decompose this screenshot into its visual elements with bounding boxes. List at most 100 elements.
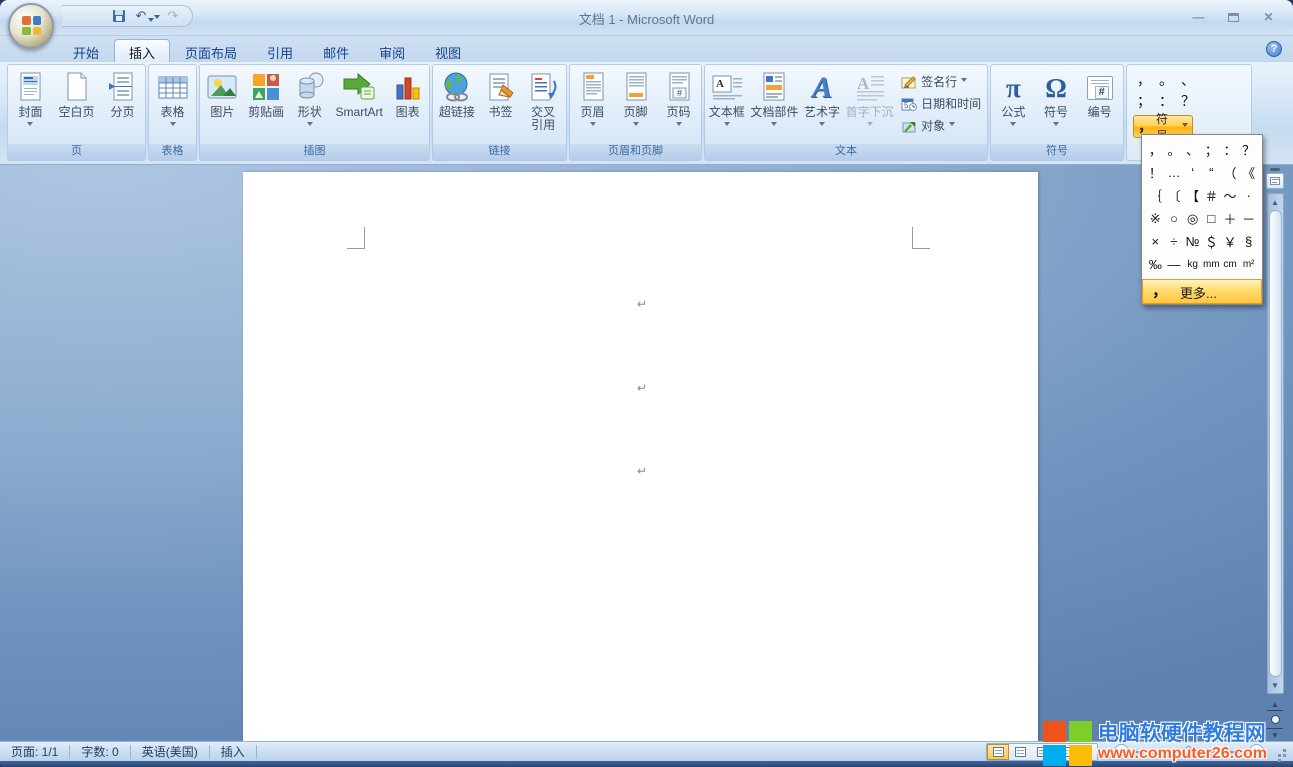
signature-line-button[interactable]: 签名行 [901,73,981,90]
symbol-cell[interactable]: № [1183,230,1202,253]
zoom-in-button[interactable]: + [1249,744,1264,759]
chart-button[interactable]: 图表 [392,67,424,119]
minimize-button[interactable]: — [1184,8,1213,26]
footer-button[interactable]: 页脚 [621,67,651,129]
symbol-cell[interactable]: □ [1202,207,1221,230]
symbol-cell[interactable]: ○ [1165,207,1184,230]
symbol-cell[interactable]: kg [1183,253,1202,276]
select-browse-object-button[interactable] [1267,713,1283,726]
gallery-symbol[interactable]: ， [1133,69,1155,90]
tab-mailings[interactable]: 邮件 [308,39,364,62]
help-button[interactable]: ? [1266,41,1282,57]
symbol-cell[interactable]: ＋ [1221,207,1240,230]
symbol-cell[interactable]: ‰ [1146,253,1165,276]
outline-view-button[interactable] [1053,744,1075,760]
more-symbols-button[interactable]: ， 更多... [1142,279,1262,304]
object-button[interactable]: 对象 [901,117,981,134]
cross-reference-button[interactable]: 交叉引用 [526,67,560,132]
tab-review[interactable]: 审阅 [364,39,420,62]
date-time-button[interactable]: 5 日期和时间 [901,95,981,112]
gallery-symbol[interactable]: ？ [1177,90,1199,111]
hyperlink-button[interactable]: 超链接 [439,67,475,119]
symbol-cell[interactable]: ※ [1146,207,1165,230]
close-button[interactable]: ✕ [1254,8,1283,26]
equation-button[interactable]: π 公式 [1001,67,1025,129]
office-button[interactable] [8,3,54,49]
tab-home[interactable]: 开始 [58,39,114,62]
symbol-cell[interactable]: · [1239,184,1258,207]
gallery-symbol[interactable]: ； [1133,90,1155,111]
number-button[interactable]: # 编号 [1087,67,1113,119]
status-language[interactable]: 英语(美国) [131,742,209,761]
gallery-symbol[interactable]: 。 [1155,69,1177,90]
gallery-symbol[interactable]: ： [1155,90,1177,111]
ruler-toggle-button[interactable] [1266,173,1284,189]
draft-view-button[interactable] [1075,744,1097,760]
symbol-cell[interactable]: 《 [1239,161,1258,184]
symbol-cell[interactable]: ‘ [1183,161,1202,184]
symbol-cell[interactable]: ＃ [1202,184,1221,207]
symbol-cell[interactable]: m² [1239,253,1258,276]
symbol-cell[interactable]: “ [1202,161,1221,184]
symbol-cell[interactable]: ？ [1239,138,1258,161]
blank-page-button[interactable]: 空白页 [58,67,94,119]
clipart-button[interactable]: 剪贴画 [248,67,284,119]
symbol-cell[interactable]: — [1165,253,1184,276]
symbol-cell[interactable]: ！ [1146,161,1165,184]
symbol-cell[interactable]: ｛ [1146,184,1165,207]
status-page-count[interactable]: 页面: 1/1 [0,742,69,761]
split-handle[interactable] [1270,168,1280,171]
symbol-button[interactable]: Ω 符号 [1044,67,1068,129]
symbol-cell[interactable]: ＄ [1202,230,1221,253]
page-break-button[interactable]: 分页 [107,67,137,119]
symbol-cell[interactable]: 【 [1183,184,1202,207]
scroll-up-button[interactable]: ▲ [1268,194,1283,210]
quick-parts-button[interactable]: 文档部件 [750,67,798,129]
smartart-button[interactable]: SmartArt [336,67,383,119]
symbol-cell[interactable]: （ [1221,161,1240,184]
symbol-cell[interactable]: … [1165,161,1184,184]
symbol-cell[interactable]: ～ [1221,184,1240,207]
scroll-down-button[interactable]: ▼ [1268,677,1283,693]
text-box-button[interactable]: A 文本框 [709,67,745,129]
resize-grip[interactable] [1274,745,1287,758]
gallery-symbol[interactable]: 、 [1177,69,1199,90]
symbol-cell[interactable]: 、 [1183,138,1202,161]
zoom-slider[interactable] [1135,744,1243,759]
scrollbar-thumb[interactable] [1269,210,1282,677]
vertical-scrollbar[interactable]: ▲ ▼ [1267,193,1284,694]
zoom-out-button[interactable]: − [1114,744,1129,759]
symbol-cell[interactable]: ： [1221,138,1240,161]
symbol-cell[interactable]: 〔 [1165,184,1184,207]
symbol-cell[interactable]: － [1239,207,1258,230]
status-insert-mode[interactable]: 插入 [210,742,256,761]
symbol-cell[interactable]: ￥ [1221,230,1240,253]
symbol-cell[interactable]: ， [1146,138,1165,161]
maximize-button[interactable] [1219,8,1248,26]
tab-view[interactable]: 视图 [420,39,476,62]
bookmark-button[interactable]: 书签 [485,67,517,119]
header-button[interactable]: 页眉 [578,67,608,129]
tab-insert[interactable]: 插入 [114,39,170,62]
shapes-button[interactable]: 形状 [293,67,327,129]
symbol-cell[interactable]: mm [1202,253,1221,276]
cover-page-button[interactable]: 封面 [15,67,45,129]
drop-cap-button[interactable]: A 首字下沉 [846,67,894,129]
next-page-button[interactable]: ▼ [1267,728,1283,741]
symbol-cell[interactable]: ÷ [1165,230,1184,253]
picture-button[interactable]: 图片 [205,67,239,119]
wordart-button[interactable]: A 艺术字 [804,67,840,129]
zoom-slider-thumb[interactable] [1182,745,1195,758]
tab-page-layout[interactable]: 页面布局 [170,39,252,62]
symbol-cell[interactable]: 。 [1165,138,1184,161]
symbol-cell[interactable]: cm [1221,253,1240,276]
web-layout-view-button[interactable] [1031,744,1053,760]
symbol-cell[interactable]: § [1239,230,1258,253]
symbol-cell[interactable]: × [1146,230,1165,253]
table-button[interactable]: 表格 [157,67,189,129]
document-page[interactable]: ↵ ↵ ↵ [243,172,1038,741]
status-word-count[interactable]: 字数: 0 [70,742,129,761]
previous-page-button[interactable]: ▲ [1267,698,1283,711]
page-number-button[interactable]: # 页码 [664,67,694,129]
tab-references[interactable]: 引用 [252,39,308,62]
